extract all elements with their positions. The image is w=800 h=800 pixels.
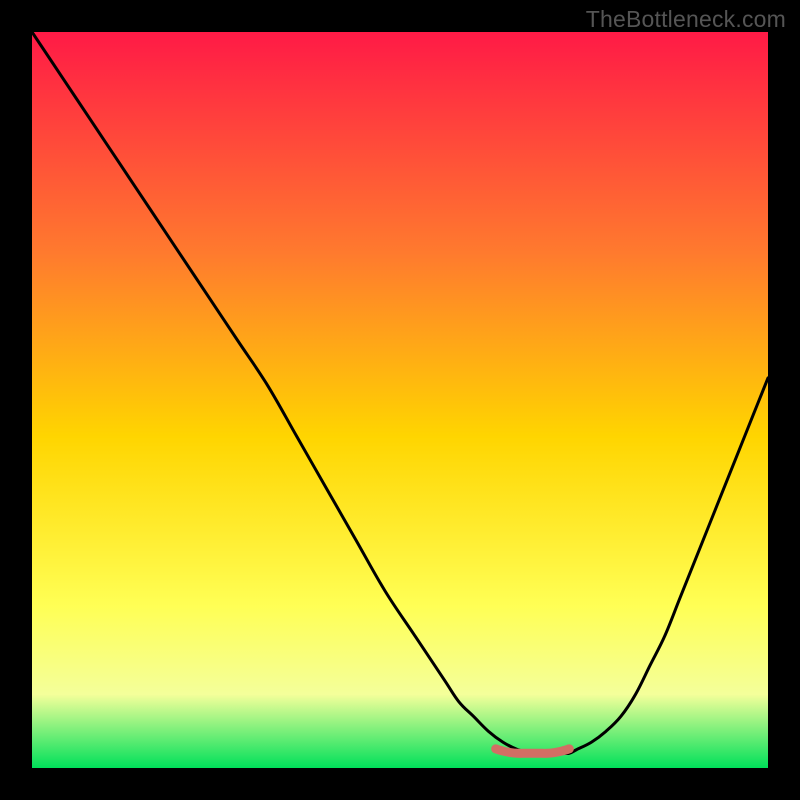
trough-marker <box>496 749 570 753</box>
plot-area <box>32 32 768 768</box>
chart-svg <box>32 32 768 768</box>
chart-frame: TheBottleneck.com <box>0 0 800 800</box>
watermark-text: TheBottleneck.com <box>586 6 786 33</box>
gradient-background <box>32 32 768 768</box>
